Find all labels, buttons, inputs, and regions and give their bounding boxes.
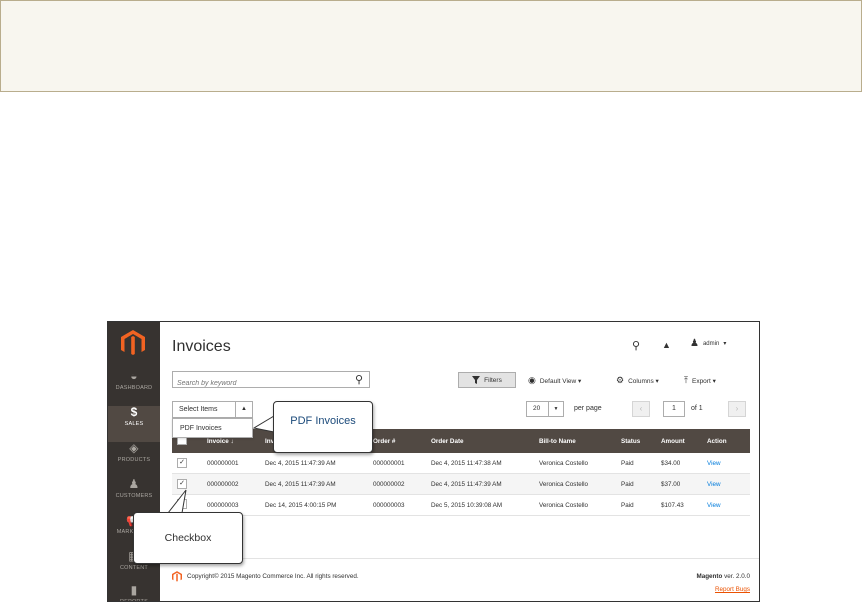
checkbox-callout: Checkbox bbox=[133, 512, 243, 564]
pdf-callout-pointer bbox=[166, 415, 275, 514]
pdf-invoices-callout: PDF Invoices bbox=[273, 401, 373, 453]
